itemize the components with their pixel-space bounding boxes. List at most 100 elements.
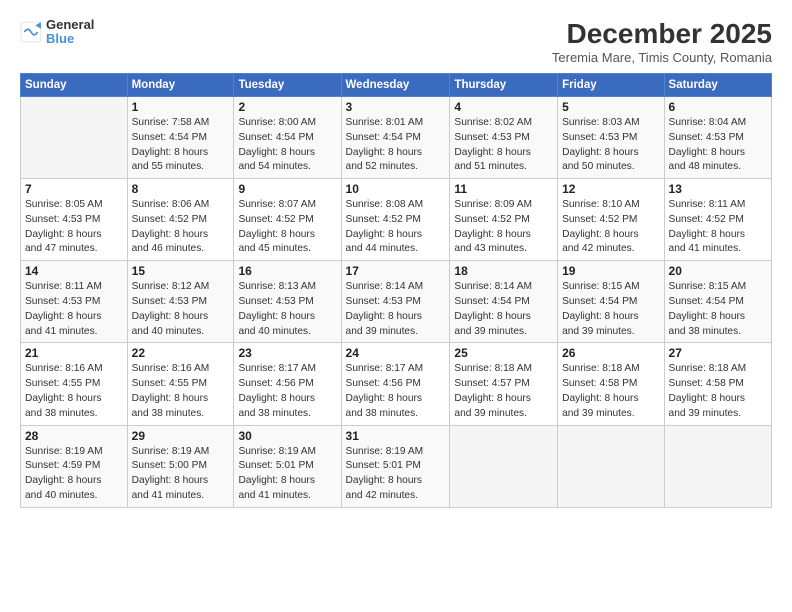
calendar-cell: 12 Sunrise: 8:10 AMSunset: 4:52 PMDayligh… [558,179,664,261]
day-info: Sunrise: 8:18 AMSunset: 4:57 PMDaylight:… [454,362,553,421]
day-number: 9 [238,182,336,196]
day-number: 4 [454,100,553,114]
header-friday: Friday [558,74,664,97]
calendar-cell: 7Sunrise: 8:05 AMSunset: 4:53 PMDaylight… [21,179,128,261]
day-number: 5 [562,100,659,114]
day-info: Sunrise: 8:19 AMSunset: 5:00 PMDaylight:… [132,445,230,504]
day-info: Sunrise: 8:11 AMSunset: 4:53 PMDaylight:… [25,280,123,339]
week-row-3: 21 Sunrise: 8:16 AMSunset: 4:55 PMDayligh… [21,343,772,425]
calendar-cell: 14 Sunrise: 8:11 AMSunset: 4:53 PMDayligh… [21,261,128,343]
day-number: 26 [562,346,659,360]
week-row-0: 1 Sunrise: 7:58 AMSunset: 4:54 PMDaylight… [21,97,772,179]
day-info: Sunrise: 8:14 AMSunset: 4:53 PMDaylight:… [346,280,446,339]
day-number: 11 [454,182,553,196]
calendar-cell: 11 Sunrise: 8:09 AMSunset: 4:52 PMDayligh… [450,179,558,261]
day-number: 13 [669,182,767,196]
day-number: 3 [346,100,446,114]
calendar-cell: 17 Sunrise: 8:14 AMSunset: 4:53 PMDayligh… [341,261,450,343]
logo-text: General Blue [46,18,94,47]
day-info: Sunrise: 8:19 AMSunset: 4:59 PMDaylight:… [25,445,123,504]
day-number: 14 [25,264,123,278]
day-info: Sunrise: 8:16 AMSunset: 4:55 PMDaylight:… [132,362,230,421]
calendar-cell: 28 Sunrise: 8:19 AMSunset: 4:59 PMDayligh… [21,425,128,507]
header-monday: Monday [127,74,234,97]
day-info: Sunrise: 8:18 AMSunset: 4:58 PMDaylight:… [562,362,659,421]
day-number: 15 [132,264,230,278]
day-number: 20 [669,264,767,278]
day-info: Sunrise: 8:00 AMSunset: 4:54 PMDaylight:… [238,116,336,175]
calendar-cell [21,97,128,179]
day-number: 10 [346,182,446,196]
day-info: Sunrise: 8:14 AMSunset: 4:54 PMDaylight:… [454,280,553,339]
day-info: Sunrise: 8:06 AMSunset: 4:52 PMDaylight:… [132,198,230,257]
header-thursday: Thursday [450,74,558,97]
day-info: Sunrise: 8:12 AMSunset: 4:53 PMDaylight:… [132,280,230,339]
day-info: Sunrise: 8:18 AMSunset: 4:58 PMDaylight:… [669,362,767,421]
logo-line2: Blue [46,32,94,46]
day-number: 2 [238,100,336,114]
calendar-cell: 22 Sunrise: 8:16 AMSunset: 4:55 PMDayligh… [127,343,234,425]
calendar-cell: 23 Sunrise: 8:17 AMSunset: 4:56 PMDayligh… [234,343,341,425]
day-info: Sunrise: 8:17 AMSunset: 4:56 PMDaylight:… [238,362,336,421]
calendar-cell: 16 Sunrise: 8:13 AMSunset: 4:53 PMDayligh… [234,261,341,343]
day-info: Sunrise: 8:17 AMSunset: 4:56 PMDaylight:… [346,362,446,421]
day-info: Sunrise: 8:10 AMSunset: 4:52 PMDaylight:… [562,198,659,257]
calendar-cell: 21Sunrise: 8:16 AMSunset: 4:55 PMDayligh… [21,343,128,425]
page: General Blue December 2025 Teremia Mare,… [0,0,792,612]
calendar-header-row: SundayMondayTuesdayWednesdayThursdayFrid… [21,74,772,97]
calendar-cell: 8Sunrise: 8:06 AMSunset: 4:52 PMDaylight… [127,179,234,261]
day-info: Sunrise: 8:08 AMSunset: 4:52 PMDaylight:… [346,198,446,257]
day-info: Sunrise: 8:07 AMSunset: 4:52 PMDaylight:… [238,198,336,257]
day-number: 22 [132,346,230,360]
calendar-cell: 20 Sunrise: 8:15 AMSunset: 4:54 PMDayligh… [664,261,771,343]
day-number: 7 [25,182,123,196]
day-info: Sunrise: 8:02 AMSunset: 4:53 PMDaylight:… [454,116,553,175]
day-number: 21 [25,346,123,360]
calendar-cell: 24Sunrise: 8:17 AMSunset: 4:56 PMDayligh… [341,343,450,425]
week-row-4: 28 Sunrise: 8:19 AMSunset: 4:59 PMDayligh… [21,425,772,507]
day-number: 6 [669,100,767,114]
calendar-cell: 25Sunrise: 8:18 AMSunset: 4:57 PMDayligh… [450,343,558,425]
week-row-2: 14 Sunrise: 8:11 AMSunset: 4:53 PMDayligh… [21,261,772,343]
day-number: 29 [132,429,230,443]
day-number: 12 [562,182,659,196]
header: General Blue December 2025 Teremia Mare,… [20,18,772,65]
calendar-cell: 10 Sunrise: 8:08 AMSunset: 4:52 PMDayligh… [341,179,450,261]
calendar-cell: 3Sunrise: 8:01 AMSunset: 4:54 PMDaylight… [341,97,450,179]
calendar-cell: 1 Sunrise: 7:58 AMSunset: 4:54 PMDaylight… [127,97,234,179]
calendar-cell: 2 Sunrise: 8:00 AMSunset: 4:54 PMDaylight… [234,97,341,179]
calendar-cell: 18 Sunrise: 8:14 AMSunset: 4:54 PMDayligh… [450,261,558,343]
day-number: 28 [25,429,123,443]
calendar-cell: 26 Sunrise: 8:18 AMSunset: 4:58 PMDayligh… [558,343,664,425]
calendar-cell [664,425,771,507]
title-block: December 2025 Teremia Mare, Timis County… [552,18,772,65]
calendar-cell: 6Sunrise: 8:04 AMSunset: 4:53 PMDaylight… [664,97,771,179]
month-title: December 2025 [552,18,772,50]
logo-icon [20,21,42,43]
week-row-1: 7Sunrise: 8:05 AMSunset: 4:53 PMDaylight… [21,179,772,261]
calendar-cell [450,425,558,507]
calendar-cell: 5Sunrise: 8:03 AMSunset: 4:53 PMDaylight… [558,97,664,179]
calendar-cell: 29 Sunrise: 8:19 AMSunset: 5:00 PMDayligh… [127,425,234,507]
day-info: Sunrise: 8:13 AMSunset: 4:53 PMDaylight:… [238,280,336,339]
day-number: 1 [132,100,230,114]
day-number: 23 [238,346,336,360]
day-number: 18 [454,264,553,278]
calendar: SundayMondayTuesdayWednesdayThursdayFrid… [20,73,772,508]
day-info: Sunrise: 8:19 AMSunset: 5:01 PMDaylight:… [346,445,446,504]
logo: General Blue [20,18,94,47]
day-info: Sunrise: 8:15 AMSunset: 4:54 PMDaylight:… [669,280,767,339]
day-number: 30 [238,429,336,443]
calendar-cell: 27 Sunrise: 8:18 AMSunset: 4:58 PMDayligh… [664,343,771,425]
calendar-cell: 31 Sunrise: 8:19 AMSunset: 5:01 PMDayligh… [341,425,450,507]
day-number: 16 [238,264,336,278]
day-info: Sunrise: 7:58 AMSunset: 4:54 PMDaylight:… [132,116,230,175]
logo-line1: General [46,18,94,32]
header-sunday: Sunday [21,74,128,97]
day-number: 31 [346,429,446,443]
day-number: 19 [562,264,659,278]
day-number: 17 [346,264,446,278]
day-number: 27 [669,346,767,360]
day-info: Sunrise: 8:09 AMSunset: 4:52 PMDaylight:… [454,198,553,257]
calendar-cell: 15 Sunrise: 8:12 AMSunset: 4:53 PMDayligh… [127,261,234,343]
